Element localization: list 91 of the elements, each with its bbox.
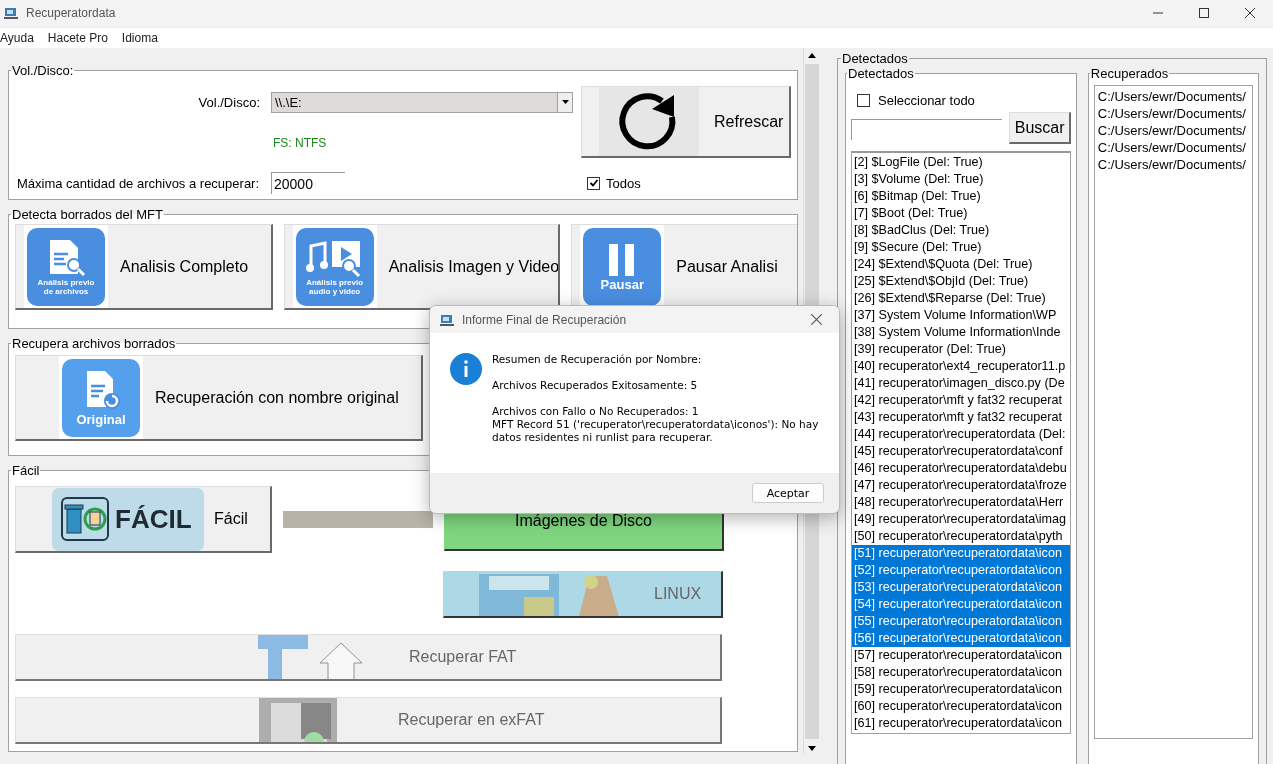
list-item[interactable]: [24] $Extend\$Quota (Del: True) [852, 256, 1070, 273]
logo-text: FÁCIL [115, 503, 192, 535]
fat-recover-button[interactable]: Recuperar FAT [15, 634, 722, 681]
icon-caption: de archivos [43, 286, 89, 296]
list-item[interactable]: [7] $Boot (Del: True) [852, 205, 1070, 222]
message-text: MFT Record 51 ('recuperator\recuperatordata\iconos'): No hay datos residentes ni runlist para recuperar. [492, 418, 820, 444]
group-title: Recuperados [1089, 66, 1170, 81]
scroll-up-icon[interactable] [808, 52, 816, 58]
list-item[interactable]: [51] recuperator\recuperatordata\icon [852, 545, 1070, 562]
volume-label: Vol./Disco: [197, 94, 260, 110]
group-title: Detectados [847, 66, 915, 81]
list-item[interactable]: C:/Users/ewr/Documents/ [1094, 88, 1252, 105]
list-item[interactable]: [49] recuperator\recuperatordata\imag [852, 511, 1070, 528]
trash-recycle-icon [61, 497, 109, 541]
max-files-label: Máxima cantidad de archivos a recuperar: [17, 175, 260, 191]
group-title: Detectados [841, 51, 909, 66]
list-item[interactable]: [42] recuperator\mft y fat32 recuperat [852, 392, 1070, 409]
filesystem-label: FS: NTFS [272, 136, 328, 150]
list-item[interactable]: [26] $Extend\$Reparse (Del: True) [852, 290, 1070, 307]
volume-dropdown[interactable]: \\.\E: [271, 91, 573, 113]
list-item[interactable]: [54] recuperator\recuperatordata\icon [852, 596, 1070, 613]
checkbox[interactable] [857, 93, 870, 107]
list-item[interactable]: [43] recuperator\mft y fat32 recuperat [852, 409, 1070, 426]
list-item[interactable]: [55] recuperator\recuperatordata\icon [852, 613, 1070, 630]
dialog-title: Informe Final de Recuperación [462, 312, 628, 327]
menu-item[interactable]: Idioma [121, 31, 158, 45]
list-item[interactable]: [37] System Volume Information\WP [852, 307, 1070, 324]
list-item[interactable]: [47] recuperator\recuperatordata\froze [852, 477, 1070, 494]
list-item[interactable]: [40] recuperator\ext4_recuperator11.p [852, 358, 1070, 375]
list-item[interactable]: [46] recuperator\recuperatordata\debu [852, 460, 1070, 477]
icon-caption: Análisis previo [37, 277, 95, 287]
group-title: Vol./Disco: [11, 63, 75, 78]
list-item[interactable]: [57] recuperator\recuperatordata\icon [852, 647, 1070, 664]
original-name-recover-button[interactable]: Original Recuperación con nombre original [15, 355, 423, 441]
list-item[interactable]: [60] recuperator\recuperatordata\icon [852, 698, 1070, 715]
checkbox[interactable] [587, 176, 600, 190]
group-title: Recupera archivos borrados [11, 336, 177, 351]
list-item[interactable]: [56] recuperator\recuperatordata\icon [852, 630, 1070, 647]
list-item[interactable]: [58] recuperator\recuperatordata\icon [852, 664, 1070, 681]
list-item[interactable]: [41] recuperator\imagen_disco.py (De [852, 375, 1070, 392]
icon-caption: Análisis previo [306, 277, 364, 287]
close-icon[interactable] [1245, 8, 1255, 18]
icon-caption: Pausar [600, 277, 644, 292]
list-item[interactable]: [61] recuperator\recuperatordata\icon [852, 715, 1070, 732]
message-text: Archivos Recuperados Exitosamente: 5 [492, 379, 699, 392]
close-icon[interactable] [810, 314, 822, 325]
list-item[interactable]: [48] recuperator\recuperatordata\Herr [852, 494, 1070, 511]
group-title: Fácil [11, 463, 41, 478]
menu-item[interactable]: Ayuda [0, 31, 34, 45]
list-item[interactable]: [6] $Bitmap (Del: True) [852, 188, 1070, 205]
list-item[interactable]: C:/Users/ewr/Documents/ [1094, 139, 1252, 156]
analysis-button[interactable]: Análisis previo audio y video Analisis Imagen y Video [283, 224, 561, 310]
maximize-icon[interactable] [1199, 8, 1209, 18]
list-item[interactable]: [59] recuperator\recuperatordata\icon [852, 681, 1070, 698]
accept-button[interactable]: Aceptar [752, 483, 824, 503]
checkbox-label: Todos [606, 175, 641, 191]
list-item[interactable]: [39] recuperator (Del: True) [852, 341, 1070, 358]
list-item[interactable]: [50] recuperator\recuperatordata\pyth [852, 528, 1070, 545]
scroll-down-icon[interactable] [808, 745, 816, 751]
list-item[interactable]: [44] recuperator\recuperatordata (Del: [852, 426, 1070, 443]
group-title: Detecta borrados del MFT [11, 207, 164, 222]
max-files-field[interactable]: 20000 [271, 172, 345, 194]
caret-icon [561, 100, 569, 104]
list-item[interactable]: [3] $Volume (Del: True) [852, 171, 1070, 188]
info-icon [450, 353, 482, 385]
icon-caption: audio y video [309, 286, 361, 296]
window-title: Recuperatordata [26, 6, 117, 20]
app-icon [4, 6, 18, 20]
analysis-button[interactable]: Análisis previo de archivos Analisis Completo [15, 224, 273, 310]
search-button[interactable]: Buscar [1009, 112, 1071, 144]
message-text: Resumen de Recuperación por Nombre: [492, 353, 703, 366]
list-item[interactable]: [45] recuperator\recuperatordata\conf [852, 443, 1070, 460]
refresh-button[interactable]: Refrescar [581, 86, 791, 158]
list-item[interactable]: [8] $BadClus (Del: True) [852, 222, 1070, 239]
menu-item[interactable]: Hacete Pro [47, 31, 108, 45]
list-item[interactable]: C:/Users/ewr/Documents/ [1094, 105, 1252, 122]
list-item[interactable]: C:/Users/ewr/Documents/ [1094, 122, 1252, 139]
icon-caption: Original [76, 412, 126, 427]
linux-button[interactable]: LINUX [443, 571, 723, 618]
app-icon [440, 312, 454, 327]
message-text: Archivos con Fallo o No Recuperados: 1 [492, 405, 700, 418]
list-item[interactable]: [2] $LogFile (Del: True) [852, 154, 1070, 171]
easy-button[interactable]: FÁCIL Fácil [15, 486, 272, 553]
exfat-recover-button[interactable]: Recuperar en exFAT [15, 697, 722, 744]
list-item[interactable]: [52] recuperator\recuperatordata\icon [852, 562, 1070, 579]
list-item[interactable]: [25] $Extend\$ObjId (Del: True) [852, 273, 1070, 290]
list-item[interactable]: [53] recuperator\recuperatordata\icon [852, 579, 1070, 596]
list-item[interactable]: [9] $Secure (Del: True) [852, 239, 1070, 256]
checkbox-label: Seleccionar todo [878, 92, 975, 108]
list-item[interactable]: [38] System Volume Information\Inde [852, 324, 1070, 341]
list-item[interactable]: C:/Users/ewr/Documents/ [1094, 156, 1252, 173]
